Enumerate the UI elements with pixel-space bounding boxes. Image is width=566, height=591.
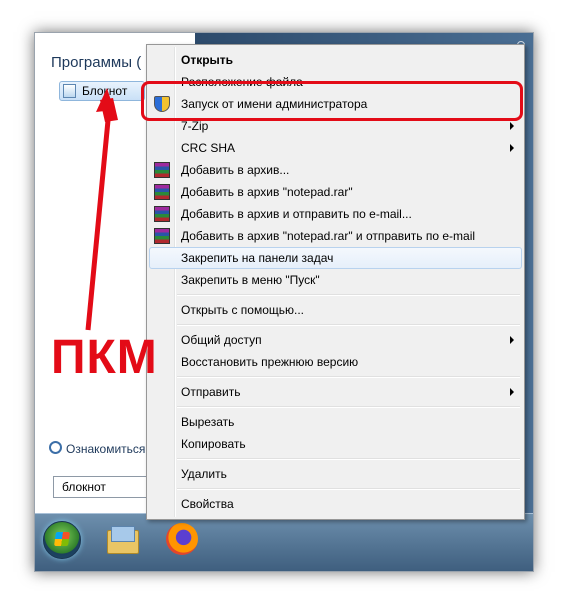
annotation-label-rmb: ПКМ [51,331,158,384]
annotation-arrow [85,88,118,331]
arrow-shaft [85,109,112,331]
